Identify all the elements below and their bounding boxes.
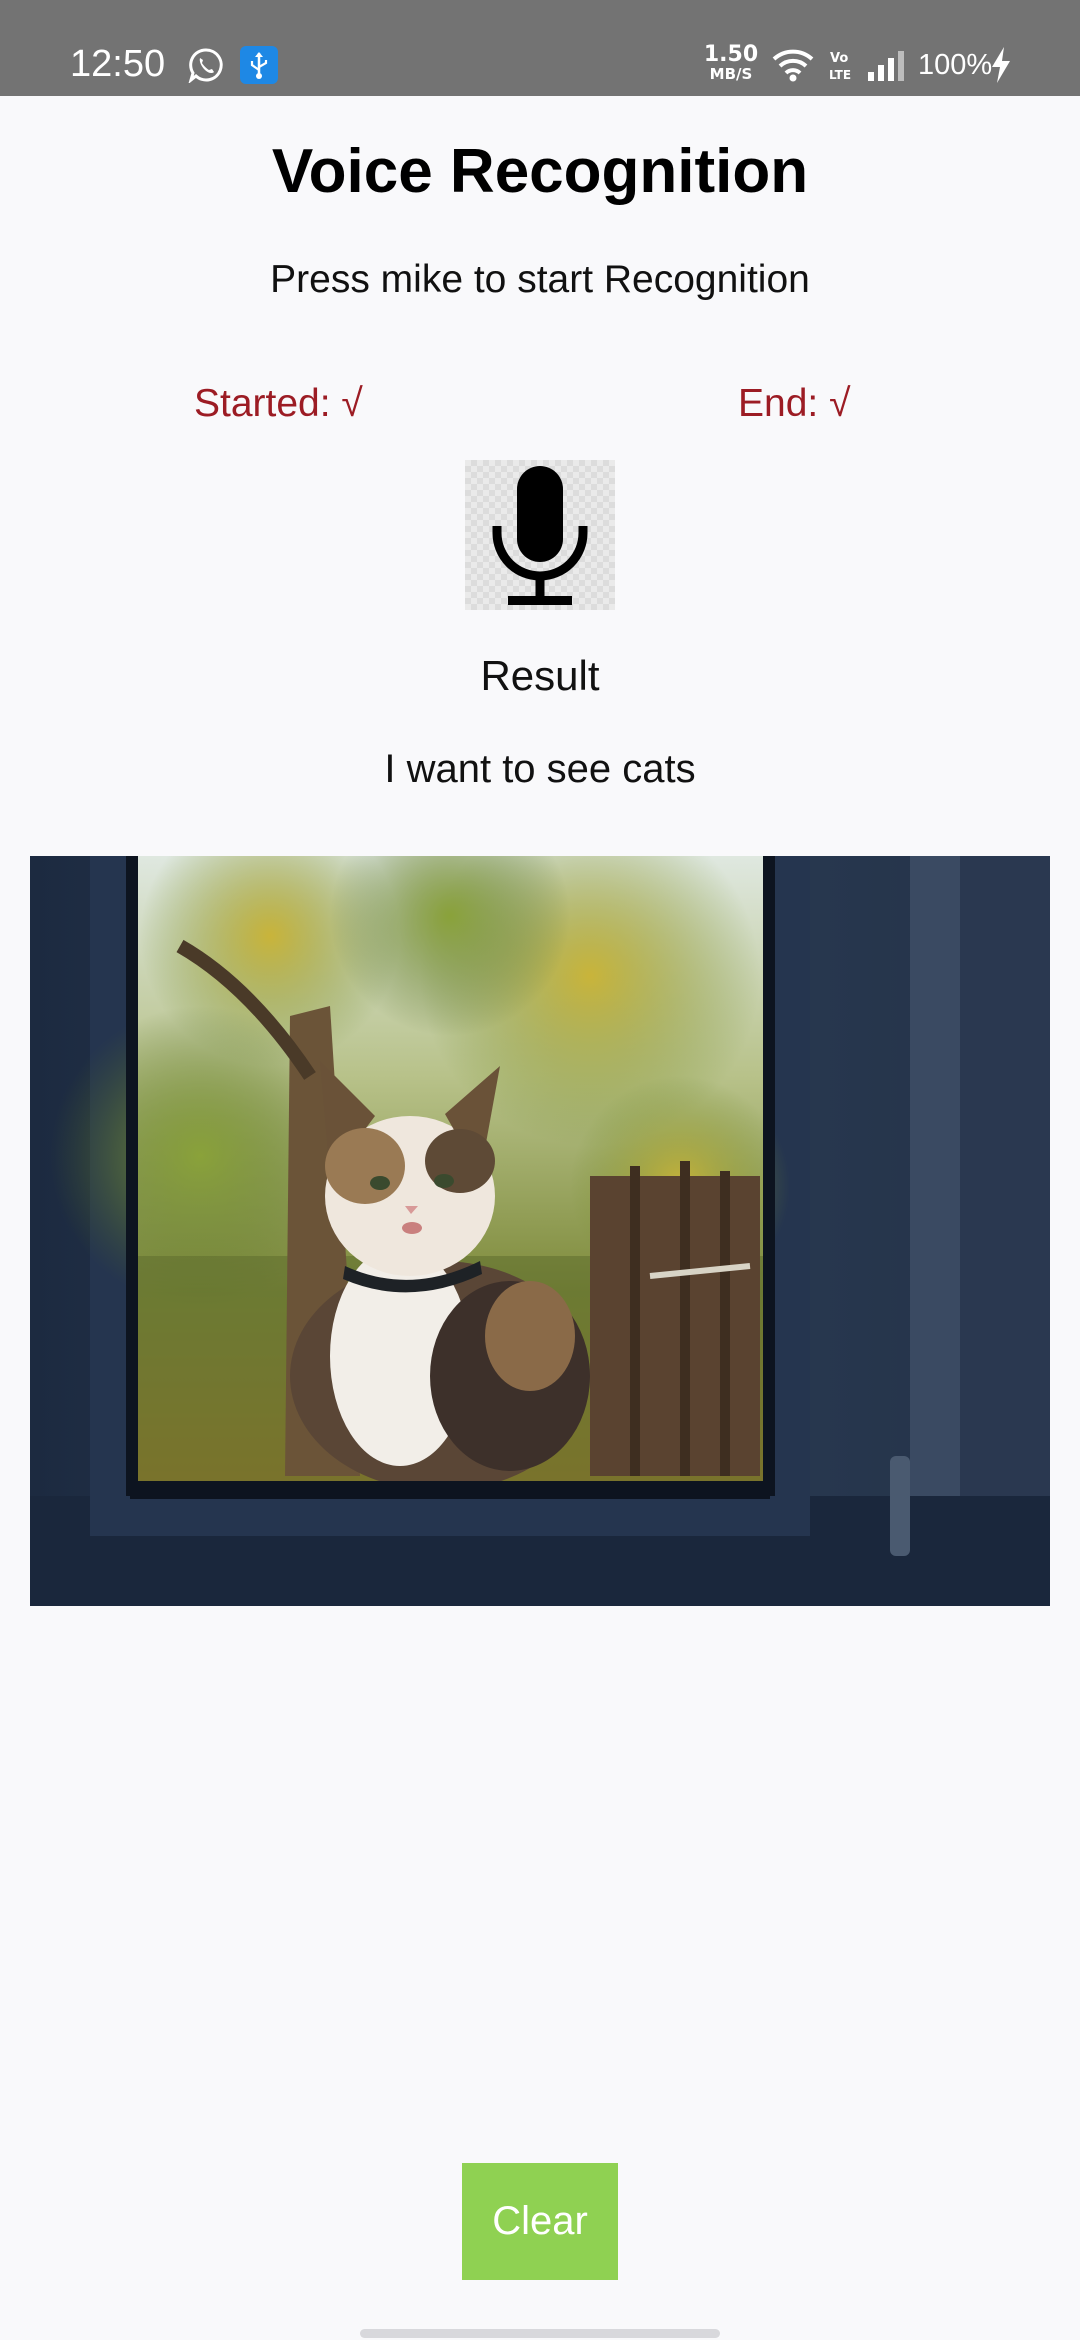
status-bar: 12:50 1.50 MB/S Vo LTE 100% bbox=[0, 0, 1080, 96]
wifi-icon bbox=[772, 49, 814, 82]
svg-text:Vo: Vo bbox=[830, 51, 848, 66]
microphone-icon bbox=[492, 466, 588, 605]
microphone-button[interactable] bbox=[465, 460, 615, 610]
charging-icon bbox=[992, 47, 1010, 83]
svg-text:LTE: LTE bbox=[829, 68, 851, 82]
result-heading: Result bbox=[480, 652, 600, 699]
clear-button[interactable]: Clear bbox=[462, 2163, 618, 2280]
usb-icon bbox=[240, 46, 278, 84]
home-indicator[interactable] bbox=[360, 2329, 720, 2338]
instructions-text: Press mike to start Recognition bbox=[270, 258, 810, 301]
battery-level: 100% bbox=[918, 49, 993, 81]
started-status: Started: √ bbox=[194, 382, 363, 425]
status-time: 12:50 bbox=[70, 43, 166, 85]
result-image bbox=[30, 856, 1050, 1606]
network-speed-value: 1.50 bbox=[703, 42, 759, 67]
volte-icon: Vo LTE bbox=[829, 51, 851, 82]
network-speed-unit: MB/S bbox=[709, 65, 753, 83]
signal-icon bbox=[868, 51, 904, 81]
page-title: Voice Recognition bbox=[271, 137, 809, 206]
network-speed: 1.50 MB/S bbox=[703, 44, 759, 82]
recognized-text: I want to see cats bbox=[384, 747, 696, 791]
end-status: End: √ bbox=[738, 382, 851, 425]
whatsapp-icon bbox=[188, 48, 223, 83]
